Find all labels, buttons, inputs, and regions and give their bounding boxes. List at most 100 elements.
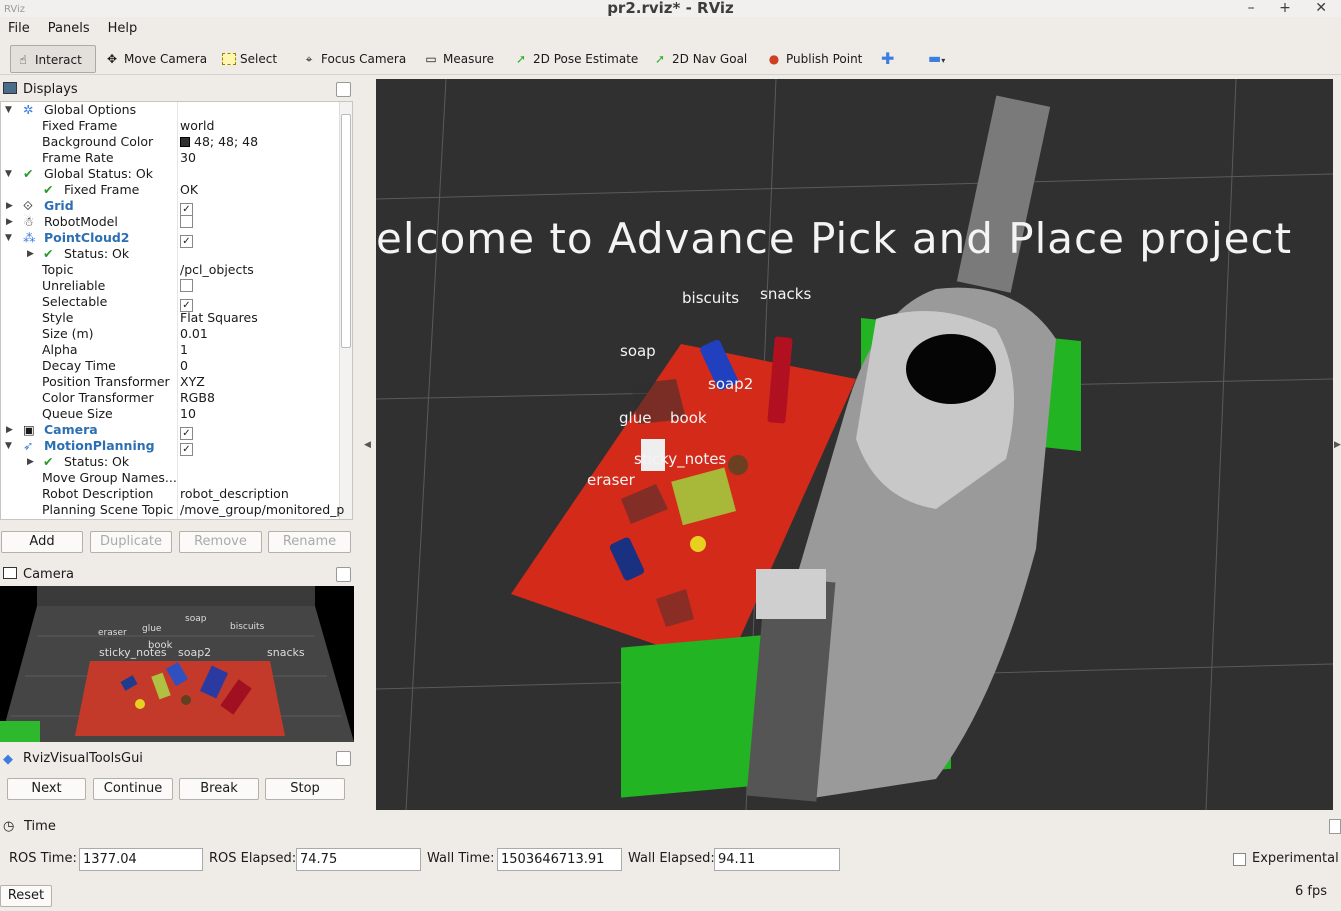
- menu-file[interactable]: File: [8, 18, 30, 40]
- collapse-arrow-icon[interactable]: ▼: [5, 438, 12, 454]
- expand-arrow-icon[interactable]: ▶: [6, 422, 13, 438]
- ruler-icon: ▭: [425, 52, 437, 66]
- diamond-icon: ◆: [3, 752, 13, 767]
- duplicate-display-button[interactable]: Duplicate: [90, 531, 172, 553]
- measure-tool-button[interactable]: ▭ Measure: [419, 45, 494, 73]
- menu-bar: File Panels Help: [0, 18, 1341, 40]
- pose-estimate-tool-button[interactable]: ➚ 2D Pose Estimate: [509, 45, 638, 73]
- remove-tool-icon[interactable]: ▬▾: [924, 45, 945, 73]
- robotmodel-checkbox[interactable]: [180, 214, 193, 230]
- camera-scene: [0, 586, 354, 742]
- camera-label-biscuits: biscuits: [230, 622, 265, 632]
- render-scene: [376, 79, 1333, 810]
- tree-row[interactable]: Topic/pcl_objects: [1, 262, 341, 278]
- publish-point-tool-button[interactable]: ● Publish Point: [762, 45, 863, 73]
- check-icon: ✔: [43, 454, 54, 469]
- expand-arrow-icon[interactable]: ▶: [6, 214, 13, 230]
- tree-row[interactable]: ▶ ✔ Status: Ok: [1, 454, 341, 470]
- object-label-book: book: [670, 409, 707, 427]
- next-button[interactable]: Next: [7, 778, 86, 800]
- panel-float-button[interactable]: [336, 567, 351, 582]
- move-camera-tool-button[interactable]: ✥ Move Camera: [100, 45, 207, 73]
- ros-elapsed-field[interactable]: 74.75: [296, 848, 421, 871]
- tree-row[interactable]: Unreliable: [1, 278, 341, 294]
- camera-image-view[interactable]: eraser glue soap biscuits book sticky_no…: [0, 586, 354, 742]
- panel-float-button[interactable]: [336, 751, 351, 766]
- tree-row-grid[interactable]: ▶ ⟐ Grid ✓: [1, 198, 341, 216]
- tree-row[interactable]: Queue Size 10: [1, 406, 341, 422]
- object-label-glue: glue: [619, 409, 652, 427]
- stop-button[interactable]: Stop: [265, 778, 345, 800]
- wall-time-field[interactable]: 1503646713.91: [497, 848, 622, 871]
- focus-camera-tool-button[interactable]: ⌖ Focus Camera: [297, 45, 407, 73]
- collapse-arrow-icon[interactable]: ▼: [5, 166, 12, 182]
- tree-row[interactable]: Frame Rate 30: [1, 150, 341, 166]
- gear-icon: ✲: [23, 102, 34, 117]
- object-label-eraser: eraser: [587, 471, 635, 489]
- tree-row[interactable]: ✔ Fixed Frame OK: [1, 182, 341, 198]
- interact-tool-button[interactable]: ☝ Interact: [10, 45, 96, 73]
- collapse-arrow-icon[interactable]: ▼: [5, 102, 12, 118]
- camera-label-soap: soap: [185, 614, 207, 624]
- splitter-right-arrow-icon[interactable]: ▶: [1334, 440, 1341, 450]
- displays-tree: ▼ ✲ Global Options Fixed Frame world Backgr…: [0, 101, 353, 520]
- camera-label-sticky-notes: sticky_notes: [99, 646, 167, 659]
- tree-row-pointcloud2[interactable]: ▼ ⁂ PointCloud2 ✓: [1, 230, 341, 248]
- object-label-snacks: snacks: [760, 285, 812, 303]
- add-tool-icon[interactable]: ✚: [877, 45, 894, 73]
- tree-row[interactable]: Decay Time 0: [1, 358, 341, 374]
- tree-row-global-status[interactable]: ▼ ✔ Global Status: Ok: [1, 166, 341, 182]
- object-label-sticky-notes: sticky_notes: [634, 450, 727, 468]
- nav-goal-tool-button[interactable]: ➚ 2D Nav Goal: [648, 45, 747, 73]
- wall-elapsed-field[interactable]: 94.11: [714, 848, 840, 871]
- panel-float-button[interactable]: [336, 82, 351, 97]
- tree-row-motionplanning[interactable]: ▼ ➶ MotionPlanning ✓: [1, 438, 341, 456]
- camera-icon: ▣: [23, 422, 35, 437]
- unreliable-checkbox[interactable]: [180, 278, 193, 294]
- tree-row[interactable]: Style Flat Squares: [1, 310, 341, 326]
- experimental-label: Experimental: [1252, 851, 1339, 866]
- pointcloud-icon: ⁂: [23, 230, 36, 245]
- select-tool-button[interactable]: Select: [218, 45, 277, 73]
- tree-row-robotmodel[interactable]: ▶ ☃ RobotModel: [1, 214, 341, 230]
- reset-button[interactable]: Reset: [0, 885, 52, 907]
- tree-row[interactable]: Robot Description robot_description: [1, 486, 341, 502]
- 3d-render-viewport[interactable]: elcome to Advance Pick and Place project…: [376, 79, 1333, 810]
- tree-row[interactable]: Size (m) 0.01: [1, 326, 341, 342]
- object-label-soap2: soap2: [708, 375, 754, 393]
- continue-button[interactable]: Continue: [93, 778, 173, 800]
- ros-elapsed-label: ROS Elapsed:: [209, 851, 297, 866]
- tree-row[interactable]: Planning Scene Topic/move_group/monitore…: [1, 502, 344, 518]
- experimental-checkbox[interactable]: [1233, 853, 1246, 866]
- tree-row[interactable]: Alpha 1: [1, 342, 341, 358]
- panel-float-button[interactable]: [1329, 819, 1341, 834]
- remove-display-button[interactable]: Remove: [179, 531, 262, 553]
- tree-row[interactable]: Position Transformer XYZ: [1, 374, 341, 390]
- tree-row[interactable]: ▶ ✔ Status: Ok: [1, 246, 341, 262]
- robot-icon: ☃: [23, 214, 35, 229]
- tree-row[interactable]: Move Group Names...: [1, 470, 341, 486]
- menu-panels[interactable]: Panels: [48, 18, 90, 40]
- break-button[interactable]: Break: [179, 778, 259, 800]
- add-display-button[interactable]: Add: [1, 531, 83, 553]
- tree-row[interactable]: Fixed Frame world: [1, 118, 341, 134]
- expand-arrow-icon[interactable]: ▶: [6, 198, 13, 214]
- tree-row-global-options[interactable]: ▼ ✲ Global Options: [1, 102, 341, 118]
- tree-row[interactable]: Background Color 48; 48; 48: [1, 134, 341, 150]
- tree-row-camera[interactable]: ▶ ▣ Camera ✓: [1, 422, 341, 440]
- rename-display-button[interactable]: Rename: [268, 531, 351, 553]
- color-value[interactable]: 48; 48; 48: [180, 134, 258, 150]
- ros-time-field[interactable]: 1377.04: [79, 848, 203, 871]
- tree-row[interactable]: Selectable ✓: [1, 294, 341, 312]
- collapse-arrow-icon[interactable]: ▼: [5, 230, 12, 246]
- window-controls[interactable]: – + ✕: [1248, 0, 1337, 16]
- expand-arrow-icon[interactable]: ▶: [27, 246, 34, 262]
- splitter-left-arrow-icon[interactable]: ◀: [364, 440, 371, 450]
- grid-icon: ⟐: [23, 198, 33, 213]
- map-pin-icon: ●: [768, 52, 780, 66]
- menu-help[interactable]: Help: [108, 18, 138, 40]
- camera-icon: [3, 567, 17, 579]
- ros-time-label: ROS Time:: [9, 851, 77, 866]
- tree-row[interactable]: Color Transformer RGB8: [1, 390, 341, 406]
- expand-arrow-icon[interactable]: ▶: [27, 454, 34, 470]
